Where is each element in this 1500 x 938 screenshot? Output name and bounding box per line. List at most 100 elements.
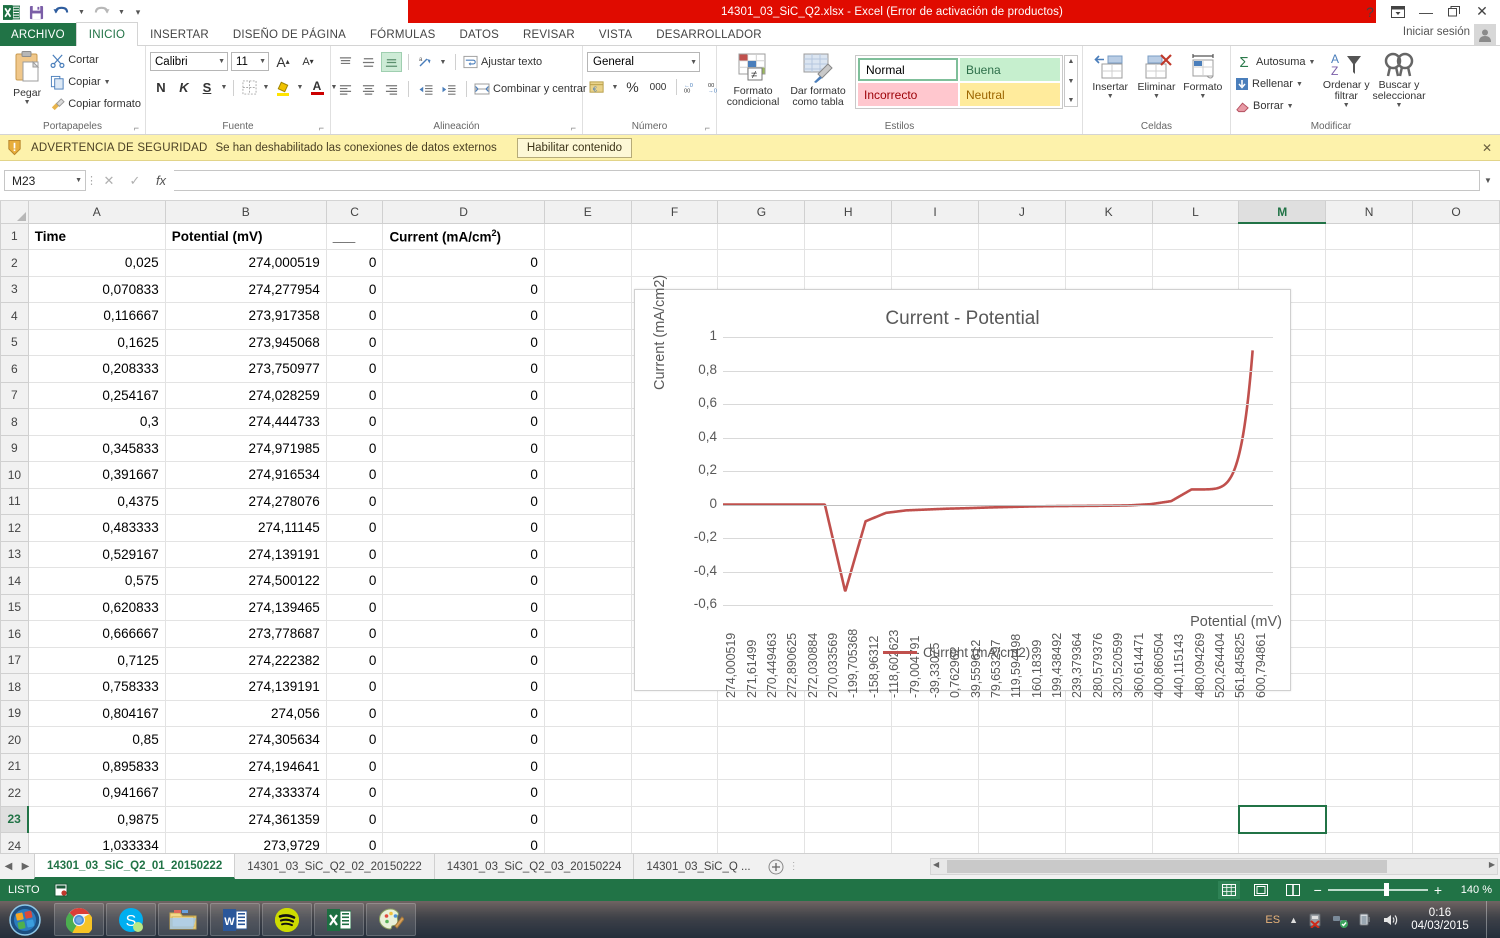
cell-c23[interactable]: 0 — [326, 806, 384, 833]
cell-h23[interactable] — [804, 806, 893, 833]
cell-j2[interactable] — [978, 249, 1066, 277]
cell-a20[interactable]: 0,85 — [28, 726, 166, 754]
cell-e10[interactable] — [544, 461, 632, 489]
cell-d24[interactable]: 0 — [382, 832, 545, 853]
sort-filter-dropdown-icon[interactable]: ▼ — [1343, 102, 1350, 109]
cell-m24[interactable] — [1238, 832, 1327, 853]
cell-o1[interactable] — [1412, 223, 1500, 250]
zoom-thumb[interactable] — [1383, 883, 1389, 896]
font-size-dropdown-icon[interactable]: ▼ — [259, 58, 266, 65]
font-name-input[interactable]: Calibri ▼ — [150, 52, 228, 71]
number-format-select[interactable]: General ▼ — [587, 52, 700, 72]
cell-a14[interactable]: 0,575 — [28, 567, 166, 595]
cell-j20[interactable] — [978, 726, 1066, 754]
cell-a10[interactable]: 0,391667 — [28, 461, 166, 489]
cell-a9[interactable]: 0,345833 — [28, 435, 166, 462]
cell-n16[interactable] — [1325, 620, 1413, 648]
undo-icon[interactable] — [52, 3, 71, 22]
column-header-h[interactable]: H — [804, 201, 893, 224]
column-header-f[interactable]: F — [630, 201, 719, 224]
format-cells-button[interactable]: Formato ▼ — [1180, 50, 1226, 100]
cell-o24[interactable] — [1412, 832, 1500, 853]
cell-b12[interactable]: 274,11145 — [165, 514, 327, 542]
font-dialog-launcher[interactable]: ⌐ — [319, 121, 324, 135]
cell-c14[interactable]: 0 — [326, 567, 384, 595]
cell-d22[interactable]: 0 — [382, 779, 545, 807]
cell-h1[interactable] — [804, 223, 893, 250]
font-color-button[interactable]: A — [306, 77, 328, 98]
chart-legend[interactable]: Current (mA/cm2) — [883, 645, 1030, 660]
cell-o20[interactable] — [1412, 726, 1500, 754]
cell-e7[interactable] — [544, 382, 632, 409]
cell-c6[interactable]: 0 — [326, 355, 384, 383]
cell-b4[interactable]: 273,917358 — [165, 302, 327, 330]
cell-c21[interactable]: 0 — [326, 753, 384, 780]
cell-c19[interactable]: 0 — [326, 700, 384, 727]
cell-a13[interactable]: 0,529167 — [28, 541, 166, 568]
thousands-separator-button[interactable]: 000 — [645, 77, 671, 97]
cell-e11[interactable] — [544, 488, 632, 515]
cell-e6[interactable] — [544, 355, 632, 383]
cell-e16[interactable] — [544, 620, 632, 648]
cell-o15[interactable] — [1412, 594, 1500, 621]
network-icon[interactable] — [1332, 912, 1348, 928]
cell-m1[interactable] — [1238, 223, 1327, 250]
cell-l1[interactable] — [1152, 223, 1240, 250]
cell-f24[interactable] — [631, 832, 719, 853]
excel-logo-icon[interactable] — [2, 3, 21, 22]
cell-h2[interactable] — [804, 249, 893, 277]
accounting-format-button[interactable]: € — [587, 77, 608, 97]
cell-k22[interactable] — [1065, 779, 1153, 807]
paste-button[interactable]: Pegar ▼ — [4, 48, 50, 106]
fill-button[interactable]: Rellenar ▼ — [1235, 73, 1315, 95]
cell-m2[interactable] — [1238, 249, 1327, 277]
cell-n6[interactable] — [1325, 355, 1413, 383]
cell-n1[interactable] — [1325, 223, 1413, 250]
cell-c2[interactable]: 0 — [326, 249, 384, 277]
style-normal[interactable]: Normal — [858, 58, 958, 81]
cell-o19[interactable] — [1412, 700, 1500, 727]
cell-n7[interactable] — [1325, 382, 1413, 409]
format-as-table-button[interactable]: Dar formato como tabla — [785, 50, 851, 108]
row-header-12[interactable]: 12 — [0, 514, 29, 542]
cell-d19[interactable]: 0 — [382, 700, 545, 727]
cell-c17[interactable]: 0 — [326, 647, 384, 674]
chart-current-potential[interactable]: Current - Potential Current (mA/cm2) Pot… — [634, 275, 1291, 698]
tab-insertar[interactable]: INSERTAR — [138, 23, 221, 46]
cell-d6[interactable]: 0 — [382, 355, 545, 383]
view-normal-icon[interactable] — [1217, 881, 1240, 899]
cell-o5[interactable] — [1412, 329, 1500, 356]
copy-button[interactable]: Copiar ▼ — [50, 71, 141, 93]
cell-k23[interactable] — [1065, 806, 1153, 833]
cell-a1[interactable]: Time — [28, 223, 166, 250]
cell-i21[interactable] — [891, 753, 979, 780]
cell-c5[interactable]: 0 — [326, 329, 384, 356]
cell-d5[interactable]: 0 — [382, 329, 545, 356]
tab-formulas[interactable]: FÓRMULAS — [358, 23, 448, 46]
row-header-20[interactable]: 20 — [0, 726, 29, 754]
cell-n17[interactable] — [1325, 647, 1413, 674]
scroll-right-icon[interactable]: ▶ — [1489, 860, 1495, 869]
taskbar-word-icon[interactable]: W — [210, 903, 260, 936]
cell-c12[interactable]: 0 — [326, 514, 384, 542]
cell-e20[interactable] — [544, 726, 632, 754]
cell-l24[interactable] — [1152, 832, 1240, 853]
cell-b15[interactable]: 274,139465 — [165, 594, 327, 621]
column-header-i[interactable]: I — [891, 201, 979, 224]
cell-j24[interactable] — [978, 832, 1066, 853]
cell-c4[interactable]: 0 — [326, 302, 384, 330]
cell-m20[interactable] — [1238, 726, 1327, 754]
sort-filter-button[interactable]: AZ Ordenar y filtrar ▼ — [1321, 50, 1371, 109]
column-header-e[interactable]: E — [543, 201, 632, 224]
cell-n2[interactable] — [1325, 249, 1413, 277]
cell-j1[interactable] — [978, 223, 1066, 250]
style-incorrecto[interactable]: Incorrecto — [858, 83, 958, 106]
cell-f20[interactable] — [631, 726, 719, 754]
restore-button[interactable] — [1440, 0, 1468, 23]
cell-i24[interactable] — [891, 832, 979, 853]
row-header-16[interactable]: 16 — [0, 620, 29, 648]
cell-e5[interactable] — [544, 329, 632, 356]
clear-dropdown-icon[interactable]: ▼ — [1287, 103, 1294, 110]
column-header-k[interactable]: K — [1064, 201, 1153, 224]
cell-d9[interactable]: 0 — [382, 435, 545, 462]
